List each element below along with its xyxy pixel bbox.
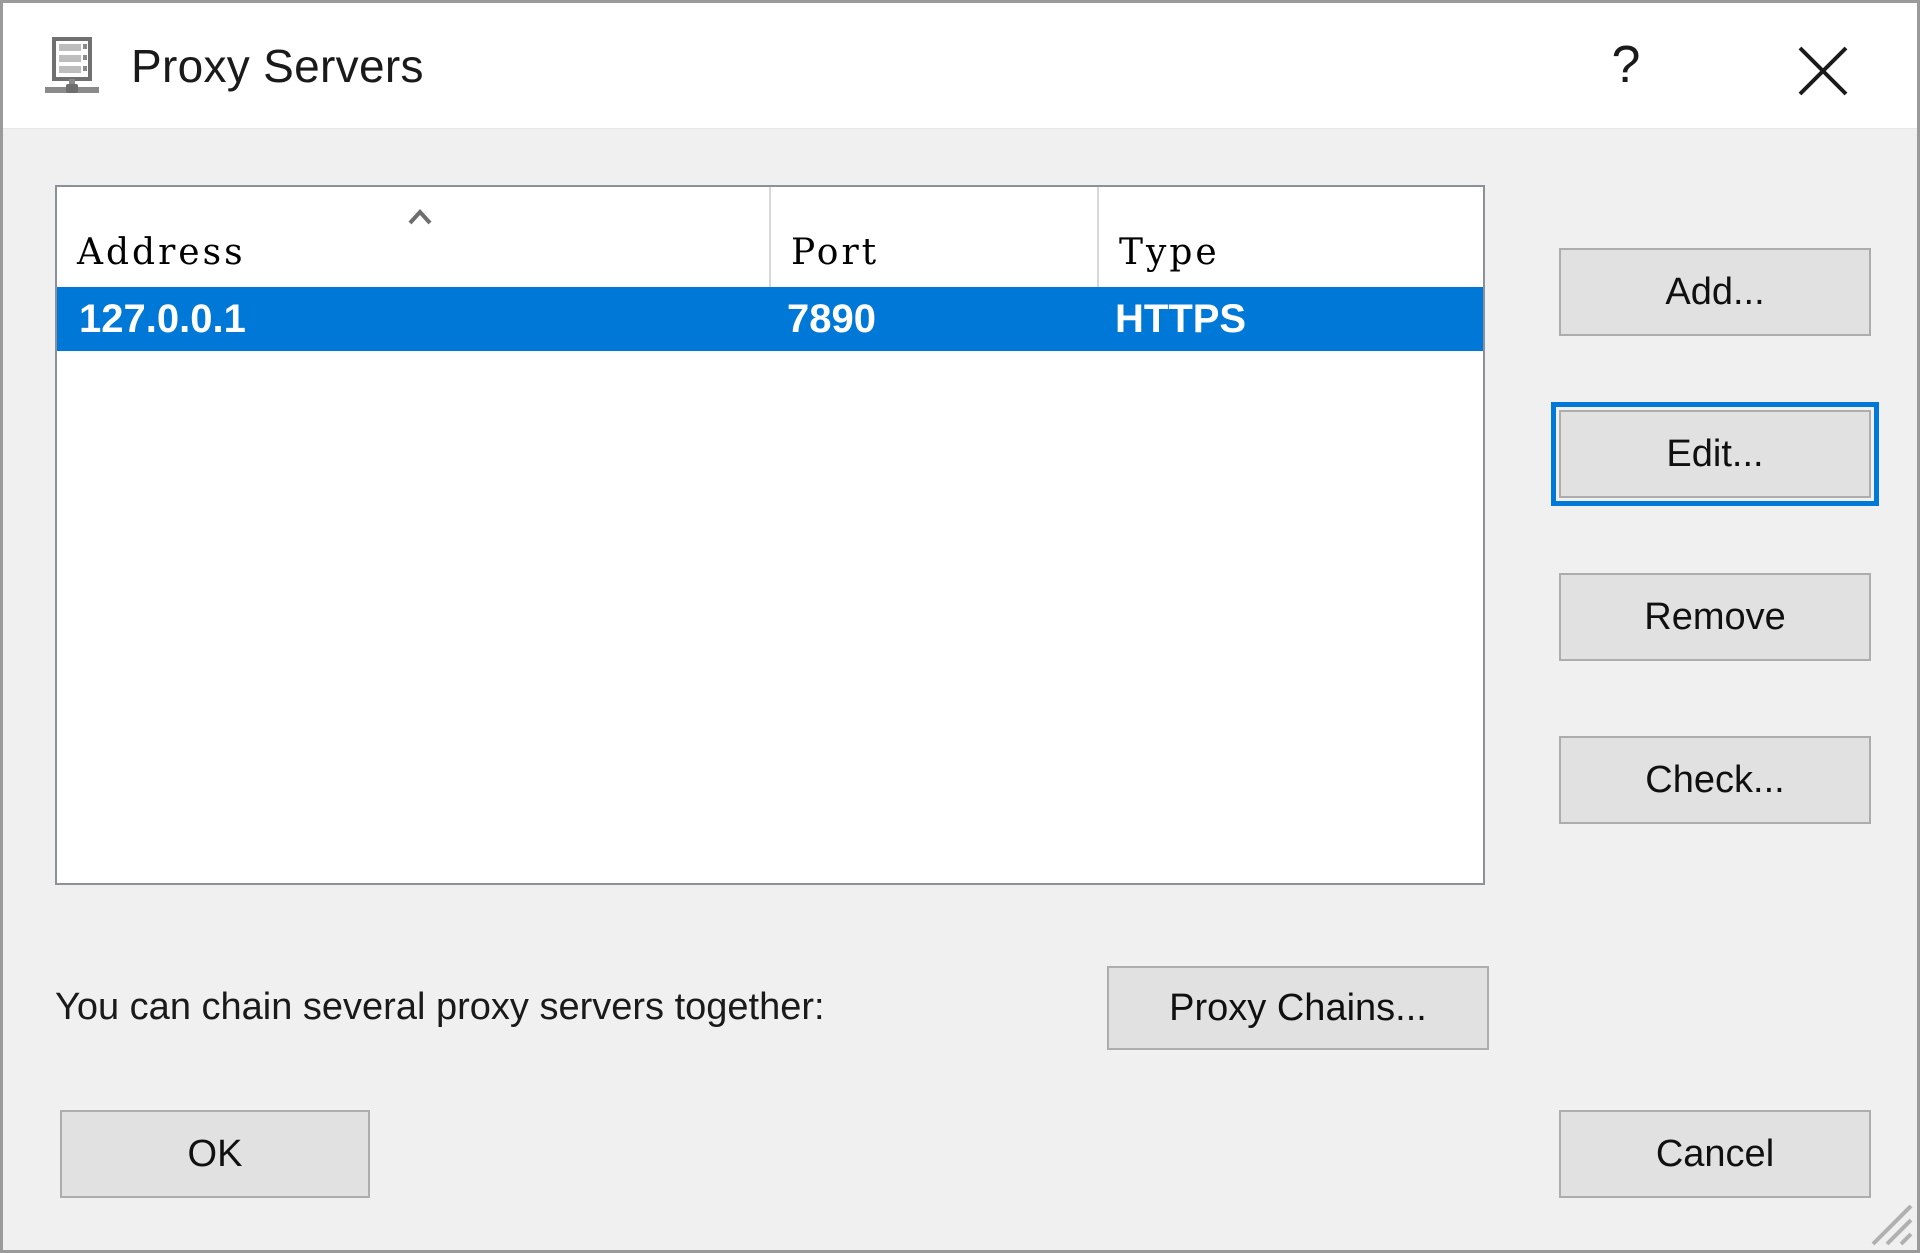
list-body: 127.0.0.1 7890 HTTPS xyxy=(57,287,1483,883)
chevron-up-icon xyxy=(405,197,435,221)
resize-grip[interactable] xyxy=(1859,1192,1913,1246)
proxy-chains-button-label: Proxy Chains... xyxy=(1109,968,1487,1048)
column-header-type-label: Type xyxy=(1119,232,1220,273)
remove-button-label: Remove xyxy=(1561,575,1869,659)
edit-button[interactable]: Edit... xyxy=(1559,410,1871,498)
cell-address: 127.0.0.1 xyxy=(79,287,769,351)
column-header-address[interactable]: Address xyxy=(57,187,769,287)
column-header-port-label: Port xyxy=(791,232,879,273)
remove-button[interactable]: Remove xyxy=(1559,573,1871,661)
help-button[interactable]: ? xyxy=(1576,21,1676,109)
table-row[interactable]: 127.0.0.1 7890 HTTPS xyxy=(57,287,1483,351)
add-button-label: Add... xyxy=(1561,250,1869,334)
column-header-address-label: Address xyxy=(77,232,246,273)
check-button-label: Check... xyxy=(1561,738,1869,822)
chain-hint-text: You can chain several proxy servers toge… xyxy=(55,978,825,1036)
cell-type: HTTPS xyxy=(1115,287,1475,351)
close-button[interactable] xyxy=(1768,21,1878,109)
check-button[interactable]: Check... xyxy=(1559,736,1871,824)
proxy-server-list[interactable]: Address Port Type 127.0.0.1 7890 HTTPS xyxy=(55,185,1485,885)
ok-button-label: OK xyxy=(62,1112,368,1196)
add-button[interactable]: Add... xyxy=(1559,248,1871,336)
cancel-button[interactable]: Cancel xyxy=(1559,1110,1871,1198)
ok-button[interactable]: OK xyxy=(60,1110,370,1198)
window-title: Proxy Servers xyxy=(131,31,424,101)
edit-button-label: Edit... xyxy=(1561,412,1869,496)
title-bar: Proxy Servers ? xyxy=(3,3,1917,129)
proxy-servers-dialog: Proxy Servers ? Address Port xyxy=(0,0,1920,1253)
list-header-row: Address Port Type xyxy=(57,187,1483,287)
close-icon xyxy=(1795,43,1851,99)
column-header-type[interactable]: Type xyxy=(1097,187,1483,287)
server-rack-icon xyxy=(41,35,103,97)
proxy-chains-button[interactable]: Proxy Chains... xyxy=(1107,966,1489,1050)
cell-port: 7890 xyxy=(787,287,1097,351)
column-header-port[interactable]: Port xyxy=(769,187,1097,287)
cancel-button-label: Cancel xyxy=(1561,1112,1869,1196)
